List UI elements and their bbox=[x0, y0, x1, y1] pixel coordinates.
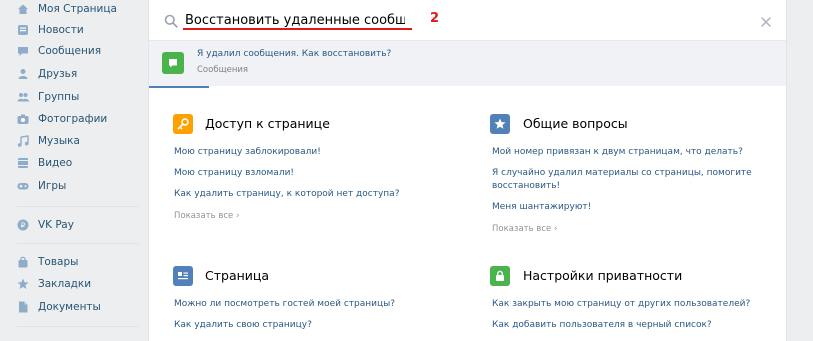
active-tab-indicator bbox=[149, 86, 209, 88]
faq-link-continuation[interactable]: восстановить! bbox=[492, 179, 560, 193]
star-icon bbox=[17, 278, 29, 290]
sidebar-divider bbox=[17, 243, 139, 244]
show-all-button[interactable]: Показать все › bbox=[492, 224, 557, 234]
suggestion-category: Сообщения bbox=[197, 65, 249, 75]
faq-link[interactable]: Мою страницу взломали! bbox=[174, 166, 294, 180]
suggestion-title: Я удалил сообщения. Как восстановить? bbox=[197, 49, 392, 59]
message-bubble-icon bbox=[162, 52, 184, 74]
music-icon bbox=[17, 135, 29, 147]
annotation-number: 2 bbox=[430, 11, 440, 26]
sidebar-item-vk-pay[interactable]: ₽ VK Pay bbox=[0, 214, 140, 236]
gamepad-icon bbox=[17, 180, 29, 192]
key-icon bbox=[173, 114, 193, 134]
sidebar-item-news[interactable]: Новости bbox=[0, 19, 140, 41]
section-title-access: Доступ к странице bbox=[205, 116, 330, 131]
sidebar-item-groups[interactable]: Группы bbox=[0, 86, 140, 108]
help-center-panel: 2 Я удалил сообщения. Как восстановить? … bbox=[148, 0, 787, 341]
left-sidebar: Моя Страница Новости Сообщения Друзья Гр… bbox=[0, 0, 140, 341]
friend-icon bbox=[17, 68, 29, 80]
faq-link[interactable]: Как закрыть мою страницу от других польз… bbox=[492, 297, 750, 311]
section-title-general: Общие вопросы bbox=[523, 116, 628, 131]
messages-icon bbox=[17, 45, 29, 57]
sidebar-divider bbox=[17, 326, 139, 327]
sidebar-divider bbox=[17, 206, 139, 207]
sidebar-item-label: Игры bbox=[38, 180, 67, 192]
faq-link[interactable]: Можно ли посмотреть гостей моей страницы… bbox=[174, 297, 395, 311]
section-title-page: Страница bbox=[205, 268, 270, 283]
sidebar-item-games[interactable]: Игры bbox=[0, 175, 140, 197]
annotation-underline bbox=[183, 28, 412, 30]
search-input[interactable] bbox=[185, 10, 405, 30]
search-bar: 2 bbox=[149, 0, 786, 41]
sidebar-item-label: Видео bbox=[38, 157, 73, 169]
sidebar-item-label: Документы bbox=[38, 301, 101, 313]
sidebar-item-documents[interactable]: Документы bbox=[0, 296, 140, 318]
close-icon[interactable] bbox=[760, 13, 772, 27]
sidebar-item-goods[interactable]: Товары bbox=[0, 251, 140, 273]
svg-text:₽: ₽ bbox=[21, 222, 26, 230]
video-icon bbox=[17, 157, 29, 169]
sidebar-item-music[interactable]: Музыка bbox=[0, 130, 140, 152]
sidebar-item-label: Закладки bbox=[38, 278, 92, 290]
sidebar-item-label: Сообщения bbox=[38, 45, 102, 57]
sidebar-item-video[interactable]: Видео bbox=[0, 152, 140, 174]
sidebar-item-messages[interactable]: Сообщения bbox=[0, 40, 140, 62]
chevron-right-icon: › bbox=[235, 211, 240, 221]
bag-icon bbox=[17, 256, 29, 268]
sidebar-item-label: Новости bbox=[38, 24, 84, 36]
faq-link[interactable]: Как добавить пользователя в черный списо… bbox=[492, 318, 712, 332]
search-suggestion[interactable]: Я удалил сообщения. Как восстановить? Со… bbox=[149, 41, 786, 86]
sidebar-item-bookmarks[interactable]: Закладки bbox=[0, 273, 140, 295]
home-icon bbox=[17, 3, 29, 15]
sidebar-item-label: Моя Страница bbox=[38, 3, 117, 15]
sidebar-item-label: Фотографии bbox=[38, 113, 108, 125]
faq-link[interactable]: Я случайно удалил материалы со страницы,… bbox=[492, 166, 752, 180]
faq-link[interactable]: Мою страницу заблокировали! bbox=[174, 145, 321, 159]
sidebar-item-label: Товары bbox=[38, 256, 79, 268]
faq-link[interactable]: Меня шантажируют! bbox=[492, 200, 591, 214]
groups-icon bbox=[17, 91, 29, 103]
section-title-privacy: Настройки приватности bbox=[523, 268, 683, 283]
news-icon bbox=[17, 24, 29, 36]
faq-link[interactable]: Как удалить страницу, к которой нет дост… bbox=[174, 187, 399, 201]
vkpay-icon: ₽ bbox=[17, 219, 29, 231]
show-all-button[interactable]: Показать все › bbox=[174, 211, 239, 221]
sidebar-item-label: Группы bbox=[38, 91, 80, 103]
lock-icon bbox=[490, 266, 510, 286]
star-icon bbox=[490, 114, 510, 134]
sidebar-item-my-page[interactable]: Моя Страница bbox=[0, 0, 140, 20]
faq-link[interactable]: Мой номер привязан к двум страницам, что… bbox=[492, 145, 743, 159]
document-icon bbox=[17, 301, 29, 313]
chevron-right-icon: › bbox=[553, 224, 558, 234]
faq-link[interactable]: Как удалить свою страницу? bbox=[174, 318, 312, 332]
search-icon bbox=[164, 13, 178, 28]
sidebar-item-label: Музыка bbox=[38, 135, 80, 147]
sidebar-item-label: Друзья bbox=[38, 68, 78, 80]
sidebar-item-friends[interactable]: Друзья bbox=[0, 63, 140, 85]
sidebar-item-label: VK Pay bbox=[38, 219, 74, 231]
sidebar-item-photos[interactable]: Фотографии bbox=[0, 108, 140, 130]
camera-icon bbox=[17, 113, 29, 125]
page-icon bbox=[173, 266, 193, 286]
